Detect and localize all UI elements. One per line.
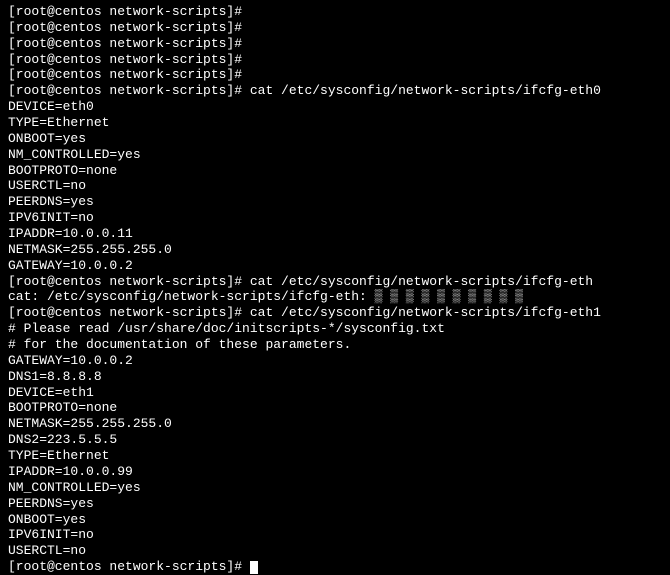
terminal-line: [root@centos network-scripts]# (8, 20, 662, 36)
terminal-line: NETMASK=255.255.255.0 (8, 242, 662, 258)
terminal-line: NM_CONTROLLED=yes (8, 147, 662, 163)
terminal-line: IPV6INIT=no (8, 527, 662, 543)
terminal-line: IPV6INIT=no (8, 210, 662, 226)
terminal-line: IPADDR=10.0.0.11 (8, 226, 662, 242)
terminal-line: USERCTL=no (8, 178, 662, 194)
terminal-line: TYPE=Ethernet (8, 448, 662, 464)
terminal-line: DNS2=223.5.5.5 (8, 432, 662, 448)
terminal-line: [root@centos network-scripts]# cat /etc/… (8, 305, 662, 321)
terminal-line: TYPE=Ethernet (8, 115, 662, 131)
terminal-line: # Please read /usr/share/doc/initscripts… (8, 321, 662, 337)
terminal-line: ONBOOT=yes (8, 512, 662, 528)
terminal-line: [root@centos network-scripts]# (8, 67, 662, 83)
terminal-line: BOOTPROTO=none (8, 163, 662, 179)
terminal-line: DNS1=8.8.8.8 (8, 369, 662, 385)
terminal-line: PEERDNS=yes (8, 496, 662, 512)
terminal-line: PEERDNS=yes (8, 194, 662, 210)
terminal-line: [root@centos network-scripts]# cat /etc/… (8, 83, 662, 99)
terminal-line: GATEWAY=10.0.0.2 (8, 258, 662, 274)
terminal-line: cat: /etc/sysconfig/network-scripts/ifcf… (8, 289, 662, 305)
terminal-line: [root@centos network-scripts]# (8, 52, 662, 68)
terminal-line: IPADDR=10.0.0.99 (8, 464, 662, 480)
terminal-line: DEVICE=eth0 (8, 99, 662, 115)
terminal-line: GATEWAY=10.0.0.2 (8, 353, 662, 369)
terminal-line: USERCTL=no (8, 543, 662, 559)
terminal-line: NM_CONTROLLED=yes (8, 480, 662, 496)
terminal-line: # for the documentation of these paramet… (8, 337, 662, 353)
cursor (250, 561, 258, 574)
terminal-line: NETMASK=255.255.255.0 (8, 416, 662, 432)
terminal-line: [root@centos network-scripts]# (8, 36, 662, 52)
terminal-line: [root@centos network-scripts]# (8, 4, 662, 20)
terminal-line: [root@centos network-scripts]# (8, 559, 662, 575)
terminal-line: BOOTPROTO=none (8, 400, 662, 416)
terminal-line: [root@centos network-scripts]# cat /etc/… (8, 274, 662, 290)
terminal-line: DEVICE=eth1 (8, 385, 662, 401)
terminal-line: ONBOOT=yes (8, 131, 662, 147)
terminal-output[interactable]: [root@centos network-scripts]#[root@cent… (8, 4, 662, 575)
